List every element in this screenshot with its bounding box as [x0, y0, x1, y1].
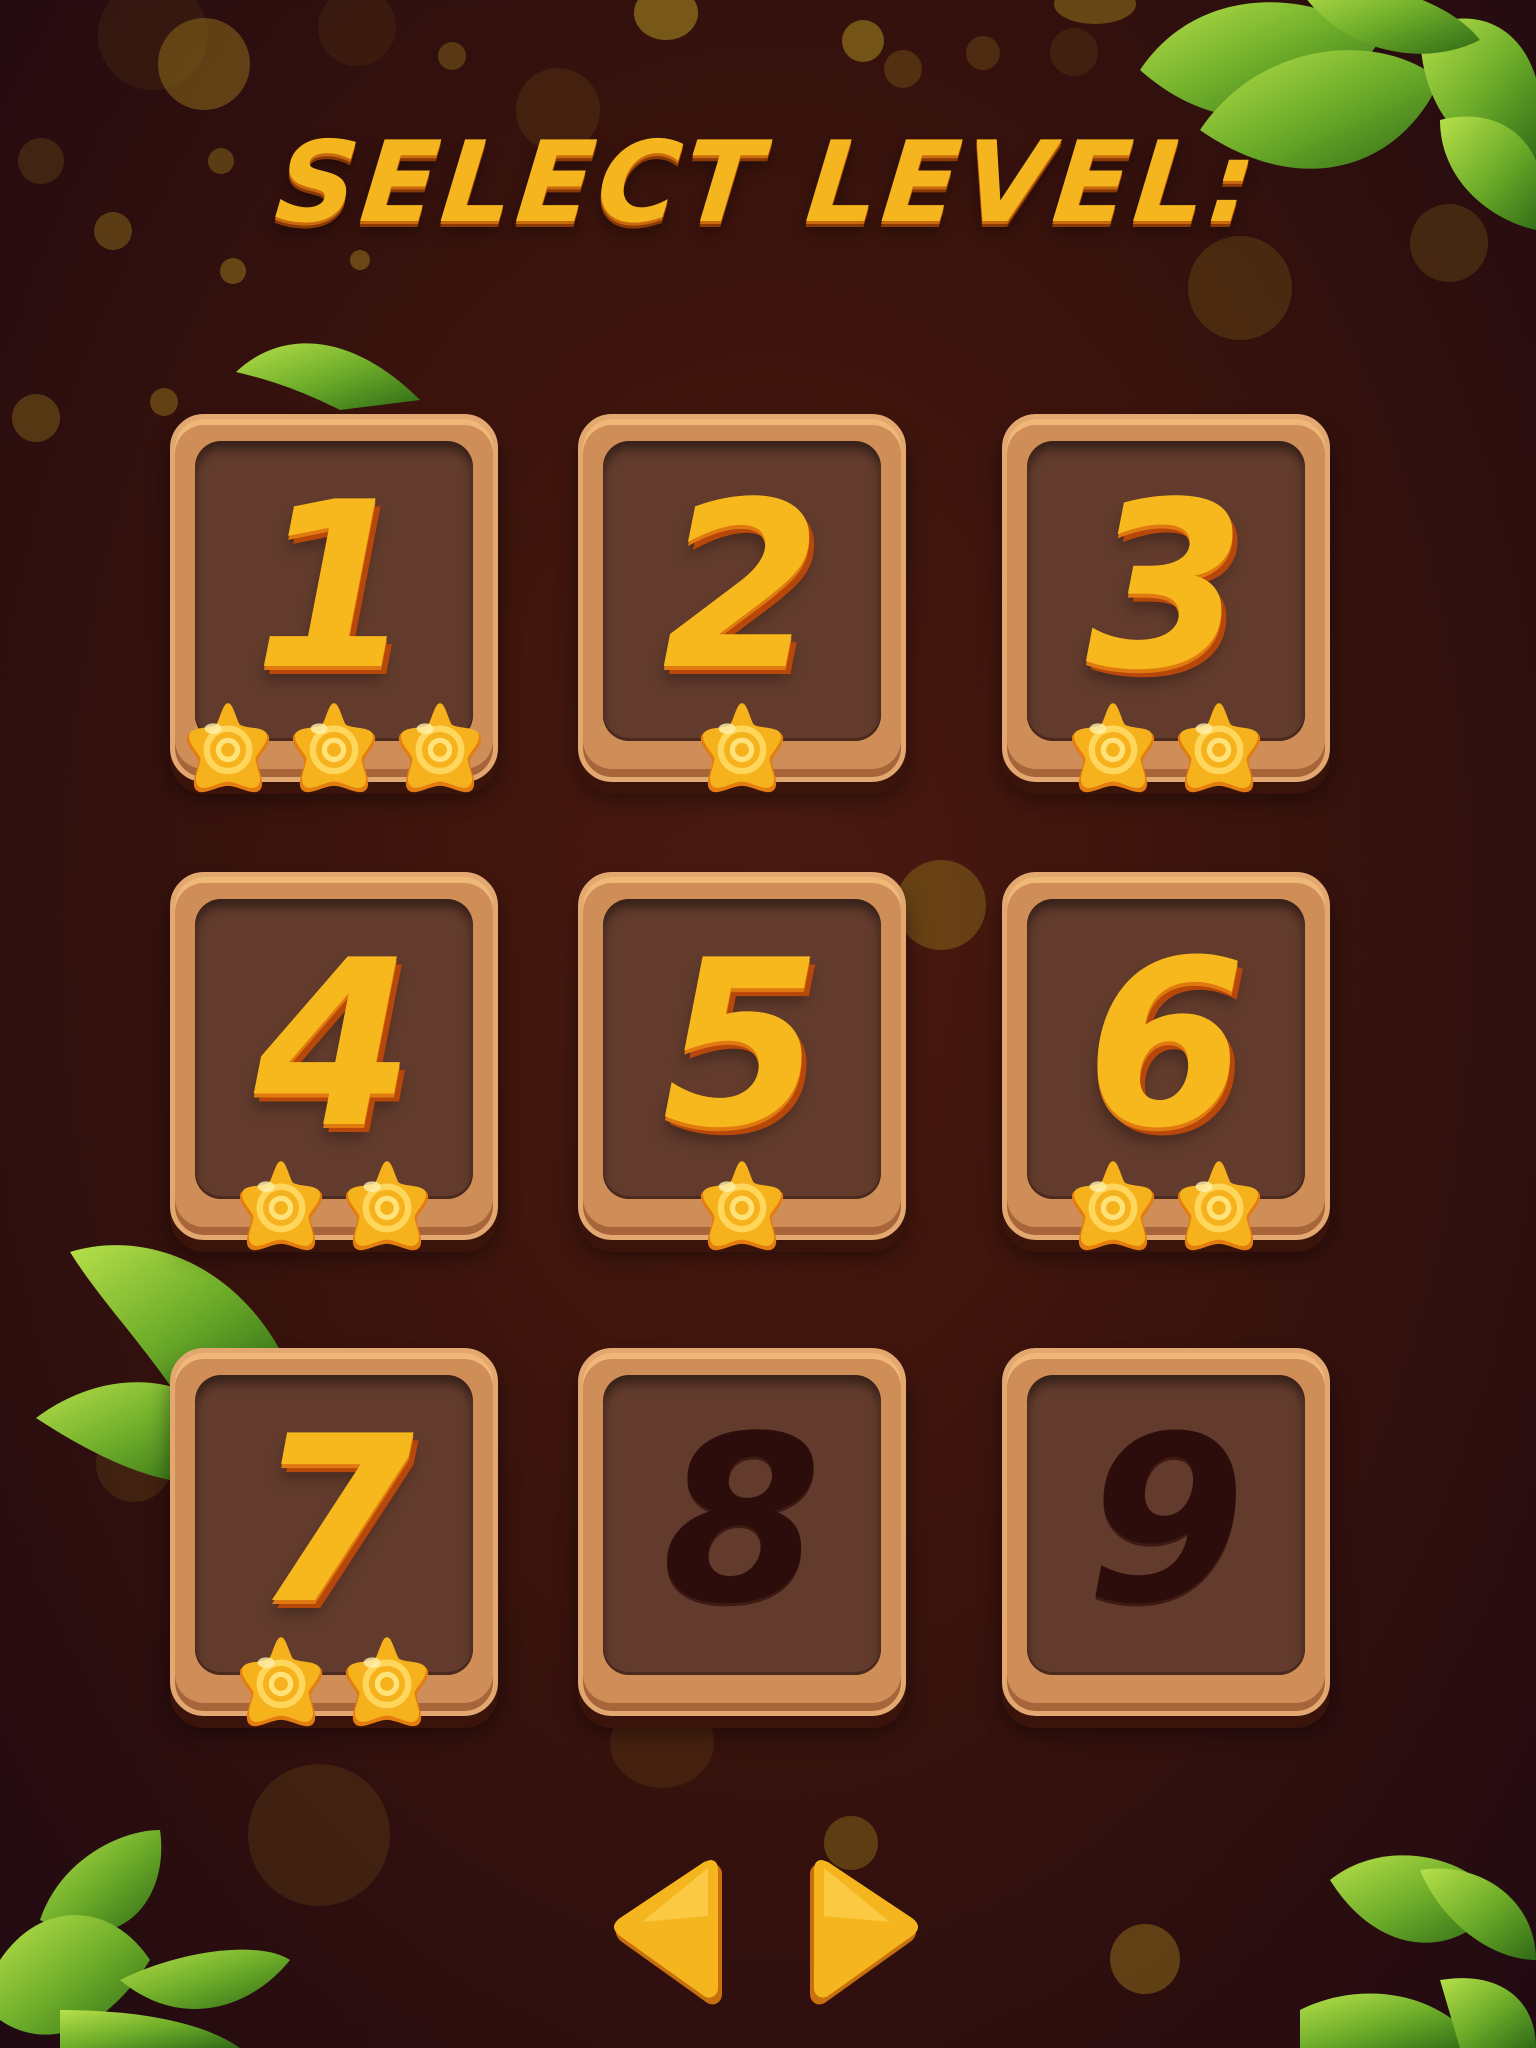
star-icon [175, 699, 281, 805]
star-icon [1166, 1157, 1272, 1263]
level-number: 1 [253, 454, 415, 721]
page-title: SELECT LEVEL: [270, 118, 1266, 248]
level-star-rating [175, 1157, 493, 1263]
level-tile-7[interactable]: 7 [170, 1348, 498, 1727]
star-icon [1060, 1157, 1166, 1263]
level-star-rating [175, 699, 493, 805]
level-tile-2[interactable]: 2 [578, 414, 906, 793]
star-icon [228, 1633, 334, 1739]
level-tile-panel: 6 [1027, 899, 1305, 1199]
level-number: 7 [253, 1388, 415, 1655]
level-number: 4 [253, 912, 415, 1179]
star-icon [228, 1157, 334, 1263]
level-tile-3[interactable]: 3 [1002, 414, 1330, 793]
star-icon [689, 699, 795, 805]
level-number: 8 [661, 1388, 823, 1655]
level-star-rating [1007, 699, 1325, 805]
level-number: 6 [1085, 912, 1247, 1179]
star-icon [334, 1633, 440, 1739]
level-tile-9[interactable]: 9 [1002, 1348, 1330, 1716]
level-tile-5[interactable]: 5 [578, 872, 906, 1251]
level-tile-panel: 3 [1027, 441, 1305, 741]
star-icon [281, 699, 387, 805]
level-number: 9 [1085, 1388, 1247, 1655]
level-tile-4[interactable]: 4 [170, 872, 498, 1251]
level-number: 3 [1085, 454, 1247, 721]
level-star-rating [1007, 1157, 1325, 1263]
level-tile-panel: 4 [195, 899, 473, 1199]
level-tile-panel: 5 [603, 899, 881, 1199]
level-number: 2 [661, 454, 823, 721]
star-icon [1060, 699, 1166, 805]
star-icon [334, 1157, 440, 1263]
level-tile-panel: 1 [195, 441, 473, 741]
level-tile-1[interactable]: 1 [170, 414, 498, 793]
level-star-rating [583, 1157, 901, 1263]
level-star-rating [583, 699, 901, 805]
arrow-left-icon [614, 1860, 722, 2005]
level-tile-panel: 9 [1027, 1375, 1305, 1675]
level-tile-panel: 7 [195, 1375, 473, 1675]
level-tile-6[interactable]: 6 [1002, 872, 1330, 1251]
level-tile-panel: 8 [603, 1375, 881, 1675]
level-tile-8[interactable]: 8 [578, 1348, 906, 1716]
prev-page-button[interactable] [612, 1856, 724, 2012]
next-page-button[interactable] [808, 1856, 920, 2012]
level-tile-panel: 2 [603, 441, 881, 741]
star-icon [1166, 699, 1272, 805]
level-number: 5 [661, 912, 823, 1179]
arrow-right-icon [810, 1860, 918, 2005]
star-icon [689, 1157, 795, 1263]
star-icon [387, 699, 493, 805]
level-star-rating [175, 1633, 493, 1739]
